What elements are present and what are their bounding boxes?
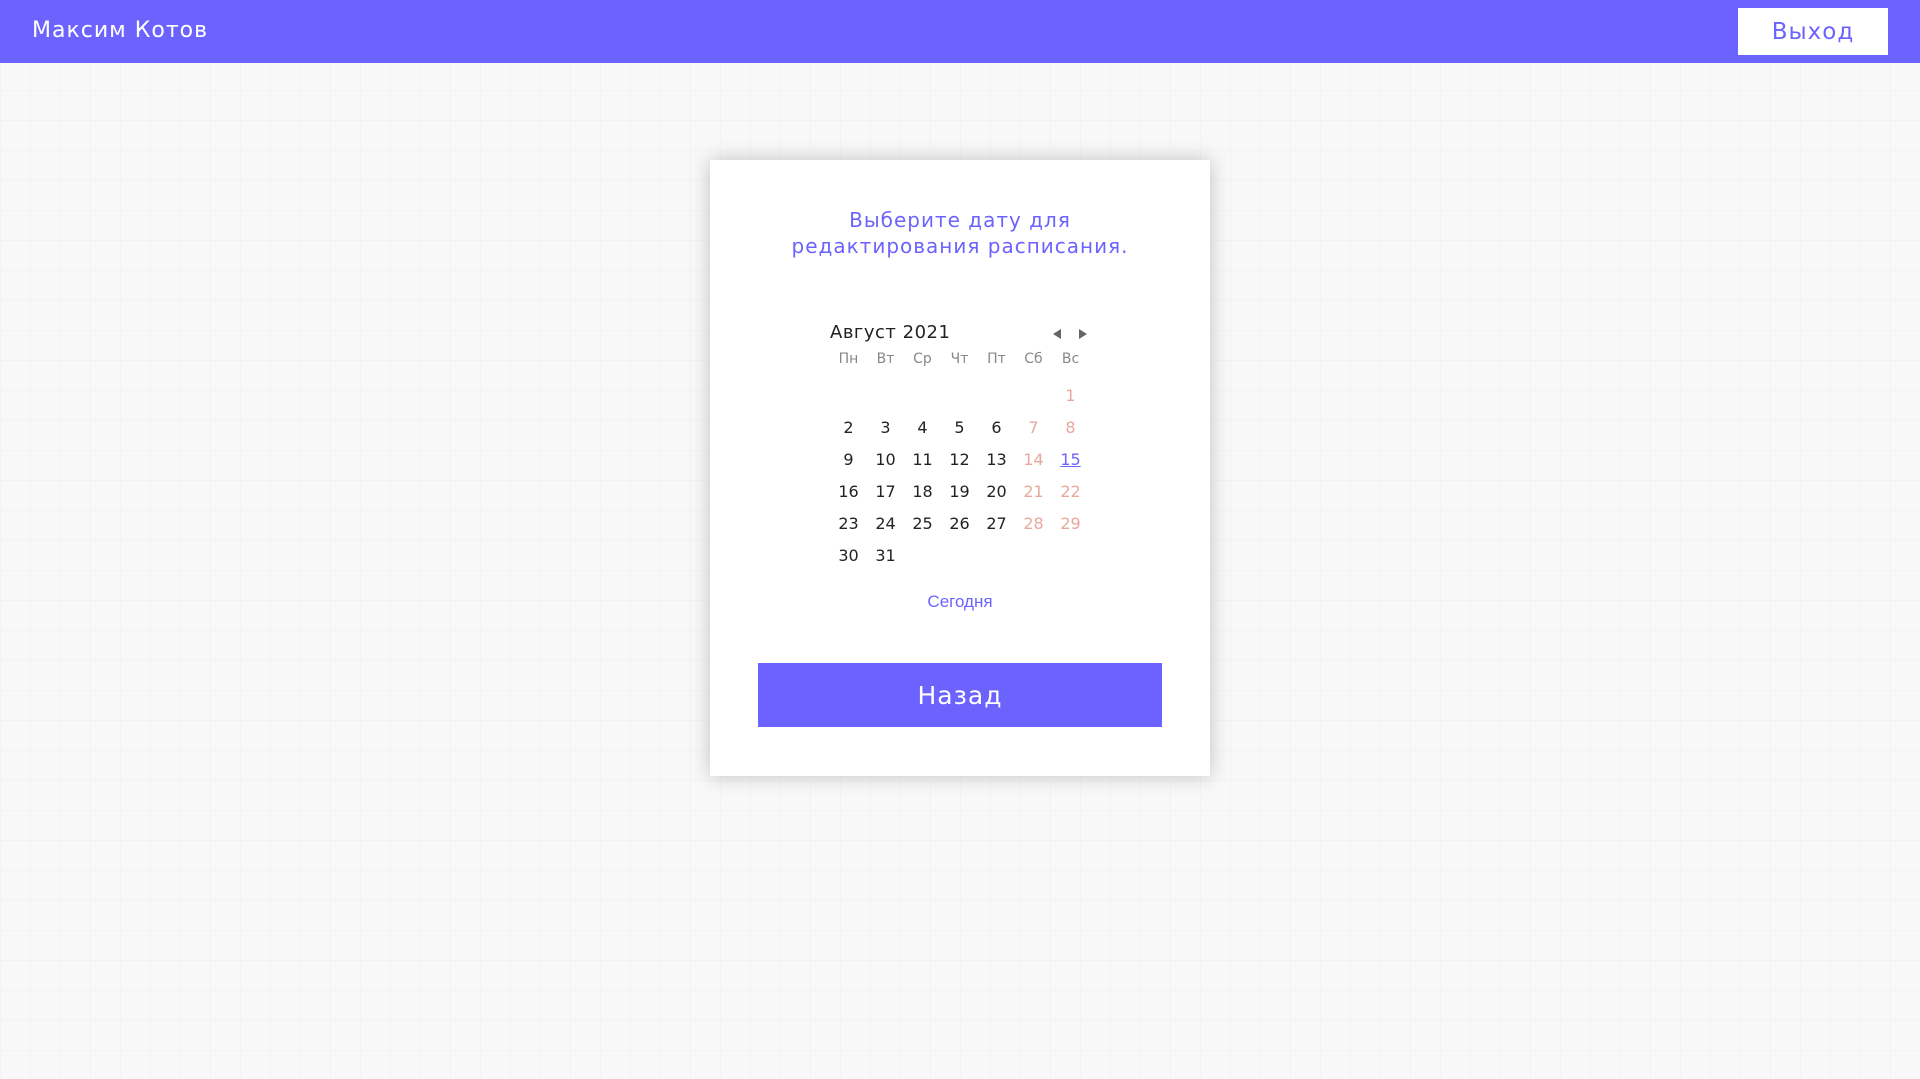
- calendar-day[interactable]: 29: [1052, 508, 1089, 540]
- calendar-day[interactable]: 4: [904, 412, 941, 444]
- logout-button[interactable]: Выход: [1738, 8, 1888, 55]
- calendar-day[interactable]: 2: [830, 412, 867, 444]
- weekday-label: Пн: [838, 351, 859, 367]
- calendar-day[interactable]: 28: [1015, 508, 1052, 540]
- calendar-day[interactable]: 31: [867, 540, 904, 572]
- weekday-label: Ср: [913, 351, 932, 367]
- calendar-day[interactable]: 30: [830, 540, 867, 572]
- calendar-day[interactable]: 13: [978, 444, 1015, 476]
- triangle-left-icon: [1053, 329, 1061, 339]
- calendar-month-title: Август 2021: [830, 322, 951, 343]
- calendar-day[interactable]: 5: [941, 412, 978, 444]
- calendar-day[interactable]: 24: [867, 508, 904, 540]
- calendar-day-today[interactable]: 15: [1052, 444, 1089, 476]
- weekday-label: Чт: [950, 351, 969, 367]
- calendar-day[interactable]: 23: [830, 508, 867, 540]
- date-select-card: Выберите дату для редактирования расписа…: [710, 160, 1210, 776]
- prompt-line-2: редактирования расписания.: [791, 234, 1129, 258]
- calendar-day[interactable]: 20: [978, 476, 1015, 508]
- calendar-day[interactable]: 3: [867, 412, 904, 444]
- empty-day-cell: [830, 380, 867, 412]
- weekday-label: Вт: [876, 351, 895, 367]
- top-bar: Максим Котов Выход: [0, 0, 1920, 63]
- calendar-header: Август 2021: [830, 318, 1090, 348]
- empty-day-cell: [978, 380, 1015, 412]
- calendar-day[interactable]: 18: [904, 476, 941, 508]
- calendar-day[interactable]: 1: [1052, 380, 1089, 412]
- empty-day-cell: [904, 380, 941, 412]
- empty-day-cell: [1015, 380, 1052, 412]
- calendar-grid: Пн Вт Ср Чт Пт Сб Вс 1 2 3 4 5 6 7 8 9 10 11 12 13 14 15 16 17 1…: [830, 348, 1090, 572]
- calendar-day[interactable]: 6: [978, 412, 1015, 444]
- previous-month-button[interactable]: [1050, 326, 1066, 342]
- next-month-button[interactable]: [1074, 326, 1090, 342]
- calendar-day[interactable]: 10: [867, 444, 904, 476]
- calendar-day[interactable]: 21: [1015, 476, 1052, 508]
- calendar-day[interactable]: 16: [830, 476, 867, 508]
- empty-day-cell: [867, 380, 904, 412]
- prompt-line-1: Выберите дату для: [849, 208, 1071, 232]
- calendar-day[interactable]: 11: [904, 444, 941, 476]
- calendar-day[interactable]: 22: [1052, 476, 1089, 508]
- calendar-day[interactable]: 27: [978, 508, 1015, 540]
- calendar-day[interactable]: 12: [941, 444, 978, 476]
- calendar: Август 2021 Пн Вт Ср Чт Пт Сб Вс 1 2 3 4 5 6 7 8 9 10 11 1…: [830, 318, 1090, 572]
- calendar-day[interactable]: 19: [941, 476, 978, 508]
- triangle-right-icon: [1079, 329, 1087, 339]
- calendar-day[interactable]: 25: [904, 508, 941, 540]
- calendar-day[interactable]: 8: [1052, 412, 1089, 444]
- calendar-day[interactable]: 9: [830, 444, 867, 476]
- weekday-label: Вс: [1061, 351, 1080, 367]
- weekday-label: Сб: [1024, 351, 1043, 367]
- empty-day-cell: [941, 380, 978, 412]
- user-name: Максим Котов: [32, 18, 209, 43]
- calendar-day[interactable]: 26: [941, 508, 978, 540]
- weekday-label: Пт: [987, 351, 1006, 367]
- back-button[interactable]: Назад: [758, 663, 1162, 727]
- calendar-day[interactable]: 17: [867, 476, 904, 508]
- calendar-day[interactable]: 7: [1015, 412, 1052, 444]
- calendar-day[interactable]: 14: [1015, 444, 1052, 476]
- prompt-text: Выберите дату для редактирования расписа…: [750, 207, 1170, 259]
- today-link[interactable]: Сегодня: [710, 592, 1210, 612]
